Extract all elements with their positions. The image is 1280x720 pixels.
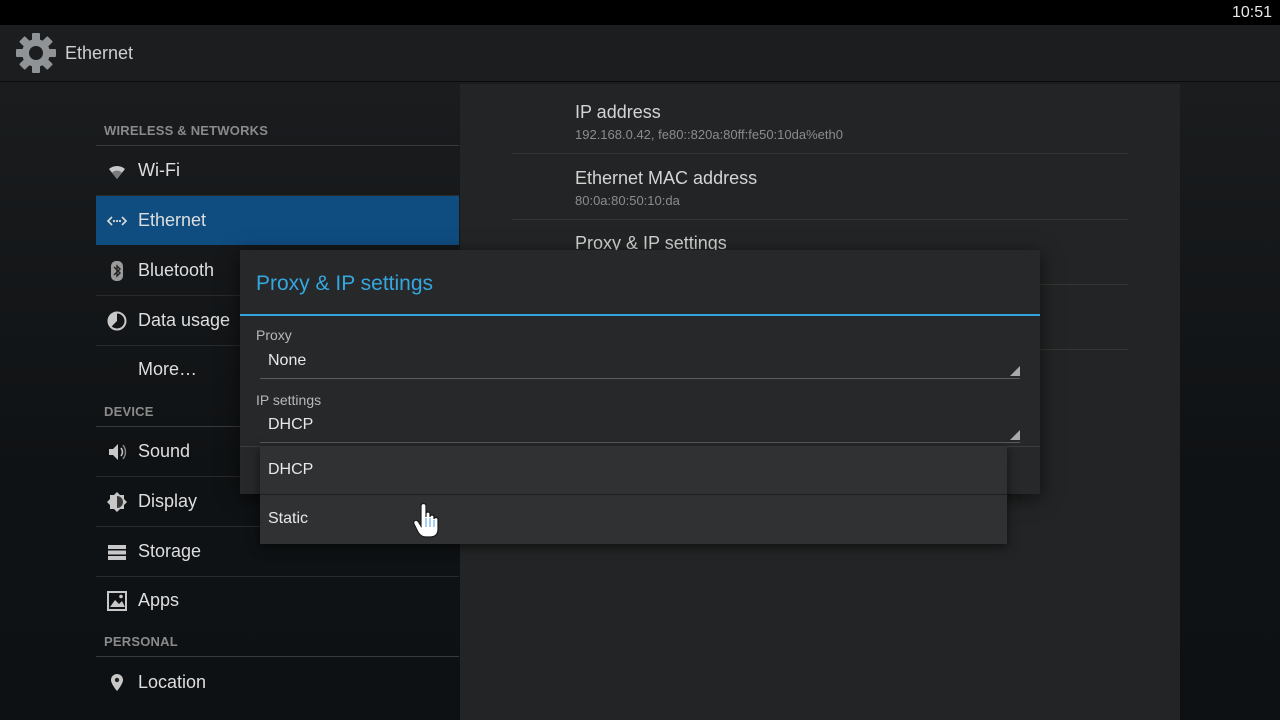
sidebar-item-apps[interactable]: Apps [96,576,459,625]
action-bar: Ethernet [0,25,1280,82]
proxy-label: Proxy [256,327,292,343]
sidebar-item-location[interactable]: Location [96,658,459,707]
wifi-icon [109,165,125,179]
sidebar-item-ethernet[interactable]: Ethernet [96,196,459,245]
sidebar-item-label: Display [138,491,198,511]
dropdown-option-dhcp[interactable]: DHCP [260,446,1007,495]
dialog-title: Proxy & IP settings [256,272,434,295]
status-bar: 10:51 [0,0,1280,25]
sidebar-item-label: More… [138,359,198,379]
data-usage-icon [107,311,127,331]
brightness-icon [107,492,127,512]
ip-settings-label: IP settings [256,392,322,408]
sidebar-item-label: Apps [138,590,180,610]
section-divider [96,656,459,657]
section-header-personal: PERSONAL [104,634,178,649]
sidebar-item-wifi[interactable]: Wi-Fi [96,146,459,196]
ip-address-title: IP address [575,102,661,122]
sidebar-item-label: Sound [138,441,191,461]
proxy-value: None [268,352,307,369]
sidebar-item-label: Data usage [138,310,231,330]
dropdown-arrow-icon [1010,366,1020,376]
app-title: Ethernet [65,43,134,63]
sidebar-item-label: Ethernet [138,210,207,230]
ip-address-row: IP address 192.168.0.42, fe80::820a:80ff… [512,88,1128,154]
ip-settings-value: DHCP [268,416,314,433]
ip-settings-spinner[interactable]: DHCP [260,410,1020,443]
location-pin-icon [111,674,123,691]
storage-icon [108,545,126,560]
dropdown-option-static[interactable]: Static [260,495,1007,544]
section-header-wireless: WIRELESS & NETWORKS [104,123,269,138]
bluetooth-icon [111,261,123,281]
dropdown-option-label: Static [268,510,309,527]
ip-settings-dropdown: DHCP Static [260,446,1007,544]
sidebar-item-label: Bluetooth [138,260,215,280]
mac-address-value: 80:0a:80:50:10:da [575,193,680,208]
ip-address-value: 192.168.0.42, fe80::820a:80ff:fe50:10da%… [575,127,843,142]
sidebar-item-label: Storage [138,541,202,561]
sidebar-item-label: Location [138,672,207,692]
sidebar-item-label: Wi-Fi [138,160,180,180]
speaker-icon [109,444,127,460]
dropdown-arrow-icon [1010,430,1020,440]
gear-icon[interactable] [14,31,58,75]
mac-address-row: Ethernet MAC address 80:0a:80:50:10:da [512,154,1128,220]
proxy-spinner[interactable]: None [260,346,1020,379]
section-header-device: DEVICE [104,404,154,419]
dialog-title-divider [240,314,1040,316]
mac-address-title: Ethernet MAC address [575,168,758,188]
ethernet-icon [106,216,128,226]
clock: 10:51 [1231,4,1272,21]
dropdown-option-label: DHCP [268,461,314,478]
hand-cursor-icon [413,502,439,538]
apps-icon [107,591,127,611]
